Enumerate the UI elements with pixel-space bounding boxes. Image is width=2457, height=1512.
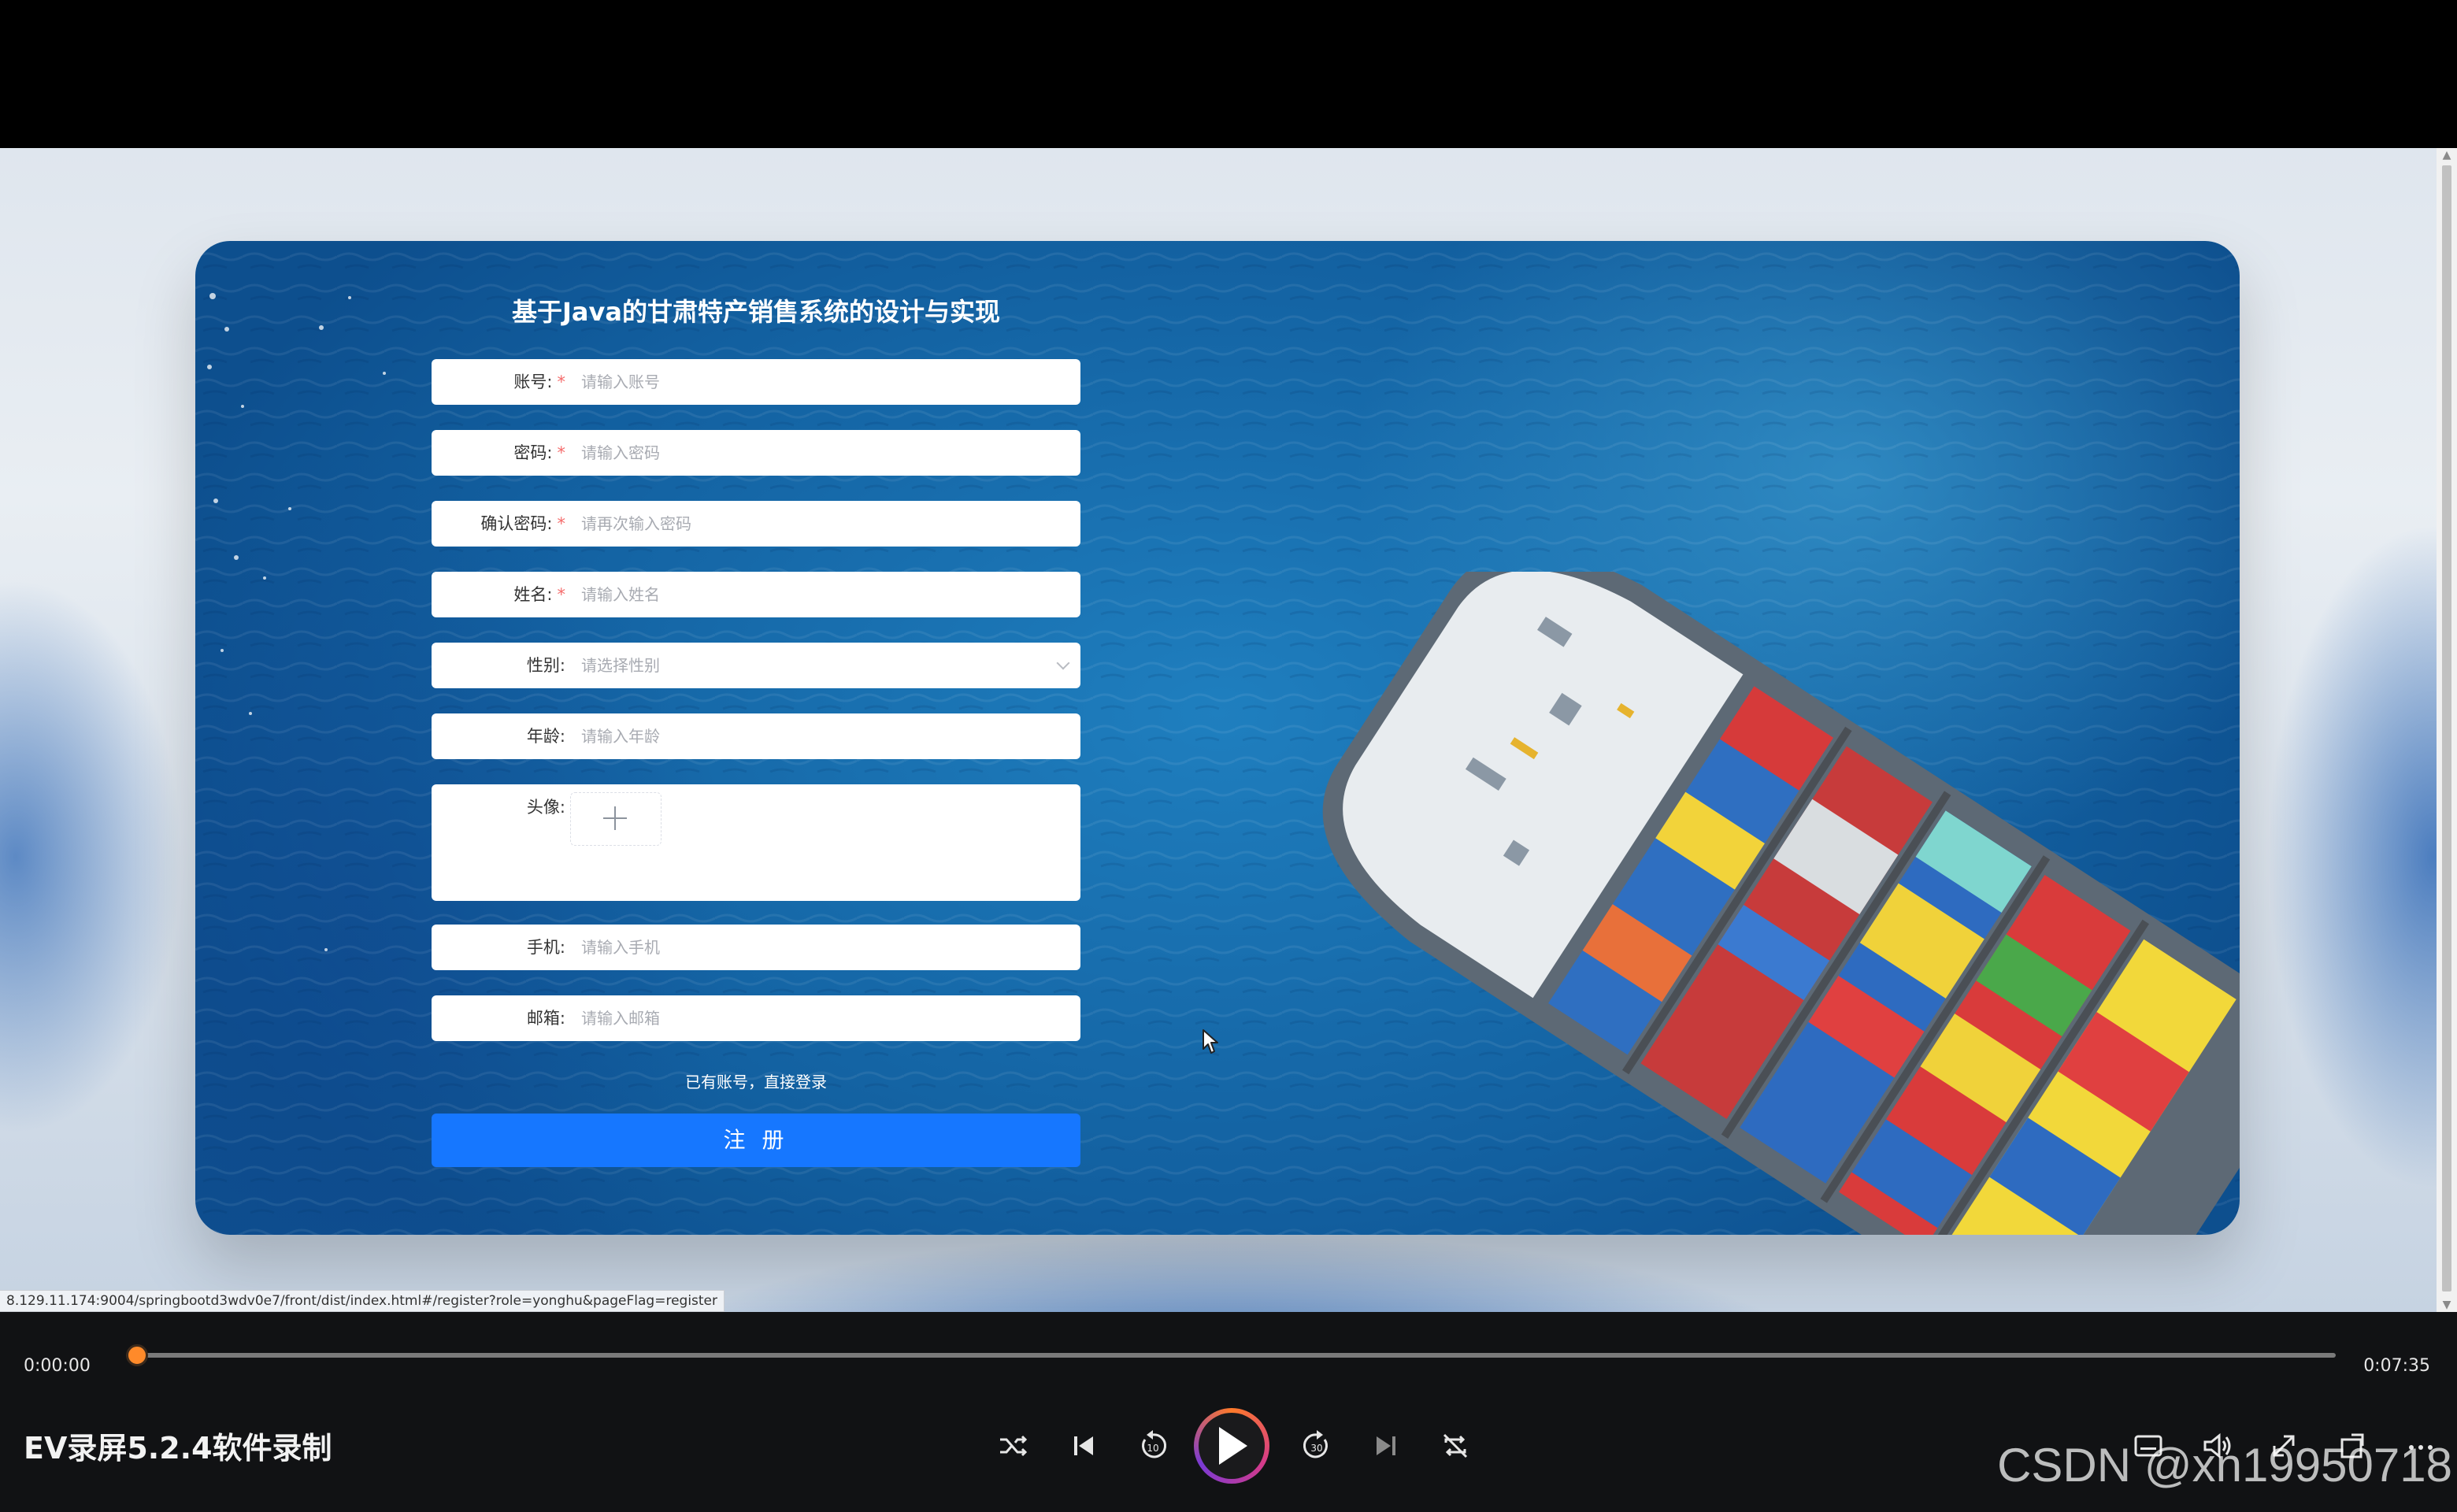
total-time: 0:07:35 (2363, 1356, 2430, 1376)
confirm-password-label: 确认密码: * (480, 514, 566, 533)
play-button[interactable] (1194, 1408, 1269, 1484)
password-field[interactable]: 密码: * 请输入密码 (432, 430, 1080, 476)
page-scrollbar[interactable]: ▲ ▼ (2437, 148, 2457, 1312)
confirm-password-field[interactable]: 确认密码: * 请再次输入密码 (432, 501, 1080, 547)
required-star: * (557, 372, 566, 391)
next-icon[interactable] (1367, 1427, 1405, 1465)
email-field[interactable]: 邮箱: 请输入邮箱 (432, 995, 1080, 1041)
progress-knob[interactable] (126, 1344, 148, 1366)
phone-field[interactable]: 手机: 请输入手机 (432, 925, 1080, 970)
login-link[interactable]: 已有账号，直接登录 (432, 1069, 1080, 1092)
svg-text:10: 10 (1147, 1443, 1158, 1454)
age-label: 年龄: (526, 727, 565, 746)
password-label: 密码: * (513, 443, 566, 462)
email-label: 邮箱: (526, 1009, 565, 1028)
register-button[interactable]: 注 册 (432, 1114, 1080, 1167)
gender-select-value[interactable]: 请选择性别 (581, 643, 660, 688)
phone-label: 手机: (526, 938, 565, 957)
confirm-password-input[interactable]: 请再次输入密码 (581, 501, 691, 547)
phone-input[interactable]: 请输入手机 (581, 925, 660, 970)
browser-viewport: 基于Java的甘肃特产销售系统的设计与实现 账号: * 请输入账号 密码: * 请输… (0, 148, 2457, 1312)
age-input[interactable]: 请输入年龄 (581, 713, 660, 759)
repeat-off-icon[interactable] (1436, 1427, 1474, 1465)
scroll-up-icon[interactable]: ▲ (2437, 148, 2457, 162)
shuffle-icon[interactable] (994, 1427, 1032, 1465)
username-input[interactable]: 请输入账号 (581, 359, 660, 405)
top-letterbox (0, 0, 2457, 148)
register-card: 基于Java的甘肃特产销售系统的设计与实现 账号: * 请输入账号 密码: * 请输… (195, 241, 2240, 1235)
gender-select[interactable]: 性别: 请选择性别 (432, 643, 1080, 688)
previous-icon[interactable] (1065, 1427, 1102, 1465)
password-input[interactable]: 请输入密码 (581, 430, 660, 476)
play-icon (1219, 1427, 1247, 1465)
username-field[interactable]: 账号: * 请输入账号 (432, 359, 1080, 405)
container-ship-illustration (1322, 572, 2240, 1235)
email-input[interactable]: 请输入邮箱 (581, 995, 660, 1041)
required-star: * (557, 514, 566, 533)
scrollbar-thumb[interactable] (2442, 165, 2451, 1292)
scroll-down-icon[interactable]: ▼ (2437, 1298, 2457, 1312)
name-field[interactable]: 姓名: * 请输入姓名 (432, 572, 1080, 617)
mouse-cursor-icon (1203, 1029, 1218, 1054)
name-label: 姓名: * (513, 585, 566, 604)
page-title: 基于Java的甘肃特产销售系统的设计与实现 (512, 297, 1000, 327)
current-time: 0:00:00 (24, 1356, 91, 1376)
chevron-down-icon[interactable] (1056, 656, 1070, 670)
avatar-label: 头像: (526, 798, 565, 817)
avatar-field: 头像: (432, 784, 1080, 901)
avatar-upload-button[interactable] (570, 792, 662, 846)
age-field[interactable]: 年龄: 请输入年龄 (432, 713, 1080, 759)
forward-30-icon[interactable]: 30 (1298, 1427, 1336, 1465)
required-star: * (557, 585, 566, 604)
username-label: 账号: * (513, 372, 566, 391)
required-star: * (557, 443, 566, 462)
recorder-label: EV录屏5.2.4软件录制 (24, 1431, 332, 1466)
plus-icon (603, 806, 627, 830)
watermark-text: CSDN @xn19950718 (1997, 1439, 2452, 1492)
status-bar-url: 8.129.11.174:9004/springbootd3wdv0e7/fro… (0, 1290, 725, 1312)
progress-track[interactable] (126, 1353, 2336, 1358)
name-input[interactable]: 请输入姓名 (581, 572, 660, 617)
gender-label: 性别: (526, 656, 565, 675)
rewind-10-icon[interactable]: 10 (1134, 1427, 1172, 1465)
svg-text:30: 30 (1310, 1443, 1322, 1454)
